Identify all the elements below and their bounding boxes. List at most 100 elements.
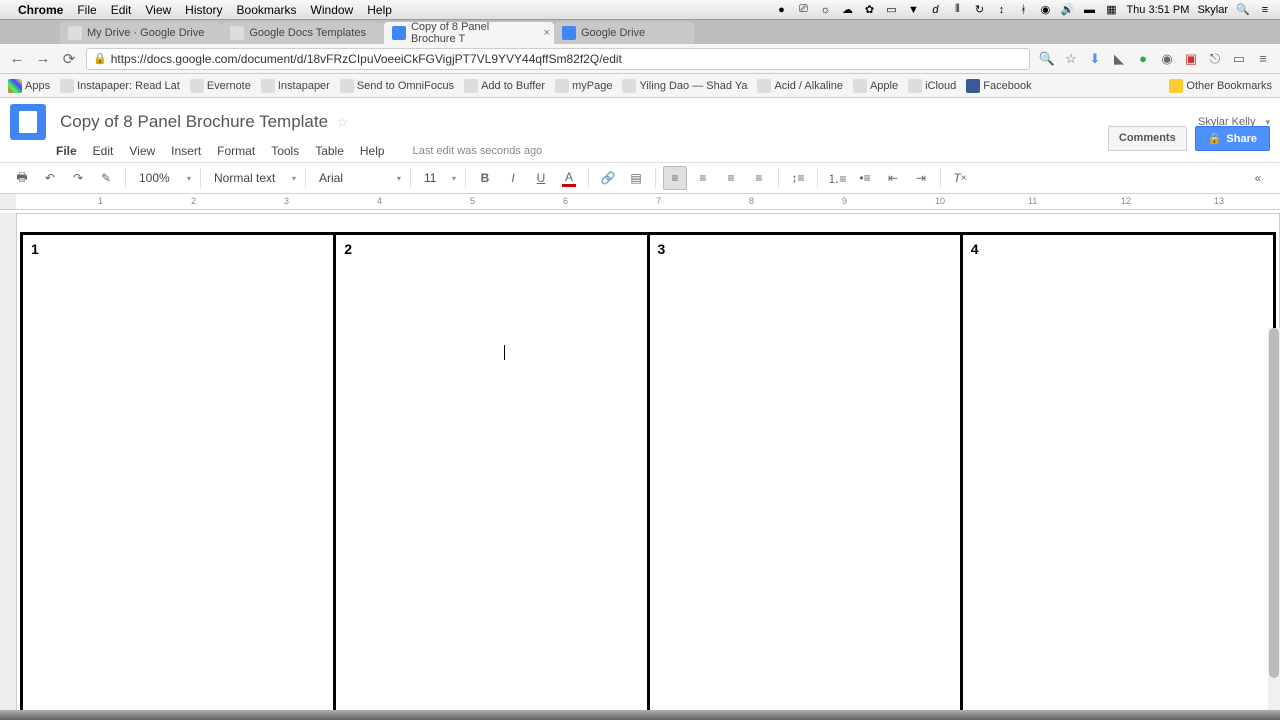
ext-icon[interactable]: ● xyxy=(1134,50,1152,68)
menu-format[interactable]: Format xyxy=(217,144,255,158)
bookmark-item[interactable]: Apple xyxy=(853,79,898,93)
bluetooth-icon[interactable]: ᚼ xyxy=(1016,3,1030,17)
italic-button[interactable]: I xyxy=(501,166,525,190)
menu-bookmarks[interactable]: Bookmarks xyxy=(237,3,297,17)
status-icon[interactable]: d xyxy=(928,3,942,17)
browser-tab-active[interactable]: Copy of 8 Panel Brochure T × xyxy=(384,22,554,44)
font-select[interactable]: Arial xyxy=(313,166,403,190)
menu-history[interactable]: History xyxy=(185,3,222,17)
status-icon[interactable]: ✿ xyxy=(862,3,876,17)
user-menu[interactable]: Skylar xyxy=(1197,4,1228,16)
address-input[interactable]: 🔒 https://docs.google.com/document/d/18v… xyxy=(86,48,1030,70)
zoom-icon[interactable]: 🔍 xyxy=(1038,50,1056,68)
menu-file[interactable]: File xyxy=(56,144,77,158)
align-left-button[interactable]: ≡ xyxy=(663,166,687,190)
clock[interactable]: Thu 3:51 PM xyxy=(1126,4,1189,16)
star-icon[interactable]: ☆ xyxy=(1062,50,1080,68)
bookmark-item[interactable]: Facebook xyxy=(966,79,1031,93)
panel-cell[interactable]: 3 xyxy=(650,235,963,710)
status-icon[interactable]: ↕ xyxy=(994,3,1008,17)
menu-view[interactable]: View xyxy=(129,144,155,158)
status-icon[interactable]: ● xyxy=(774,3,788,17)
comments-button[interactable]: Comments xyxy=(1108,126,1187,151)
status-icon[interactable]: ↻ xyxy=(972,3,986,17)
menu-tools[interactable]: Tools xyxy=(271,144,299,158)
status-icon[interactable]: ☁ xyxy=(840,3,854,17)
increase-indent-button[interactable]: ⇥ xyxy=(909,166,933,190)
share-button[interactable]: 🔒Share xyxy=(1195,126,1270,151)
menu-help[interactable]: Help xyxy=(367,3,392,17)
undo-button[interactable]: ↶ xyxy=(38,166,62,190)
bookmark-item[interactable]: Yiling Dao — Shad Ya xyxy=(622,79,747,93)
redo-button[interactable]: ↷ xyxy=(66,166,90,190)
flag-icon[interactable]: ▦ xyxy=(1104,3,1118,17)
apps-button[interactable]: Apps xyxy=(8,79,50,93)
star-icon[interactable]: ☆ xyxy=(336,114,349,131)
align-center-button[interactable]: ≡ xyxy=(691,166,715,190)
other-bookmarks[interactable]: Other Bookmarks xyxy=(1169,79,1272,93)
underline-button[interactable]: U xyxy=(529,166,553,190)
bookmark-item[interactable]: Instapaper: Read Lat xyxy=(60,79,180,93)
ext-icon[interactable]: ⎋ xyxy=(1206,50,1224,68)
brochure-table[interactable]: 1 2 3 4 xyxy=(20,232,1276,710)
panel-cell[interactable]: 4 xyxy=(963,235,1273,710)
volume-icon[interactable]: 🔊 xyxy=(1060,3,1074,17)
back-button[interactable]: ← xyxy=(8,50,26,68)
fontsize-select[interactable]: 11 xyxy=(418,166,458,190)
status-icon[interactable]: ⎚ xyxy=(796,3,810,17)
ruler[interactable]: 1 2 3 4 5 6 7 8 9 10 11 12 13 xyxy=(0,194,1280,210)
bulleted-list-button[interactable]: •≡ xyxy=(853,166,877,190)
download-icon[interactable]: ⬇ xyxy=(1086,50,1104,68)
menu-file[interactable]: File xyxy=(77,3,96,17)
status-icon[interactable]: ☼ xyxy=(818,3,832,17)
menu-edit[interactable]: Edit xyxy=(111,3,132,17)
scrollbar-thumb[interactable] xyxy=(1269,328,1279,678)
zoom-select[interactable]: 100% xyxy=(133,166,193,190)
doc-title[interactable]: Copy of 8 Panel Brochure Template xyxy=(60,112,328,132)
print-button[interactable]: 🖶 xyxy=(10,166,34,190)
menu-insert[interactable]: Insert xyxy=(171,144,201,158)
chrome-menu-icon[interactable]: ≡ xyxy=(1254,50,1272,68)
text-color-button[interactable]: A xyxy=(557,166,581,190)
bookmark-item[interactable]: Instapaper xyxy=(261,79,330,93)
browser-tab[interactable]: Google Drive xyxy=(554,22,694,44)
clear-formatting-button[interactable]: T× xyxy=(948,166,972,190)
bookmark-item[interactable]: Add to Buffer xyxy=(464,79,545,93)
bookmark-item[interactable]: Evernote xyxy=(190,79,251,93)
align-justify-button[interactable]: ≡ xyxy=(747,166,771,190)
forward-button[interactable]: → xyxy=(34,50,52,68)
menu-window[interactable]: Window xyxy=(311,3,354,17)
document-area[interactable]: 1 2 3 4 xyxy=(0,213,1280,710)
ext-icon[interactable]: ▣ xyxy=(1182,50,1200,68)
ext-icon[interactable]: ◣ xyxy=(1110,50,1128,68)
close-tab-icon[interactable]: × xyxy=(544,27,550,39)
decrease-indent-button[interactable]: ⇤ xyxy=(881,166,905,190)
numbered-list-button[interactable]: ⒈≡ xyxy=(825,166,849,190)
style-select[interactable]: Normal text xyxy=(208,166,298,190)
align-right-button[interactable]: ≡ xyxy=(719,166,743,190)
notifications-icon[interactable]: ≡ xyxy=(1258,3,1272,17)
reload-button[interactable]: ⟳ xyxy=(60,50,78,68)
spotlight-icon[interactable]: 🔍 xyxy=(1236,3,1250,17)
paint-format-button[interactable]: ✎ xyxy=(94,166,118,190)
docs-logo-icon[interactable] xyxy=(10,104,46,140)
menu-help[interactable]: Help xyxy=(360,144,385,158)
menu-table[interactable]: Table xyxy=(315,144,344,158)
link-button[interactable]: 🔗 xyxy=(596,166,620,190)
ext-icon[interactable]: ◉ xyxy=(1158,50,1176,68)
bold-button[interactable]: B xyxy=(473,166,497,190)
page[interactable]: 1 2 3 4 xyxy=(16,213,1280,710)
expand-toolbar-button[interactable]: « xyxy=(1246,166,1270,190)
bookmark-item[interactable]: Send to OmniFocus xyxy=(340,79,454,93)
menu-edit[interactable]: Edit xyxy=(93,144,114,158)
status-icon[interactable]: ⦀ xyxy=(950,3,964,17)
comment-button[interactable]: ▤ xyxy=(624,166,648,190)
bookmark-item[interactable]: Acid / Alkaline xyxy=(757,79,842,93)
browser-tab[interactable]: Google Docs Templates xyxy=(222,22,384,44)
menu-view[interactable]: View xyxy=(145,3,171,17)
wifi-icon[interactable]: ◉ xyxy=(1038,3,1052,17)
ext-icon[interactable]: ▭ xyxy=(1230,50,1248,68)
panel-cell[interactable]: 2 xyxy=(336,235,649,710)
bookmark-item[interactable]: myPage xyxy=(555,79,612,93)
vertical-scrollbar[interactable] xyxy=(1268,328,1280,710)
